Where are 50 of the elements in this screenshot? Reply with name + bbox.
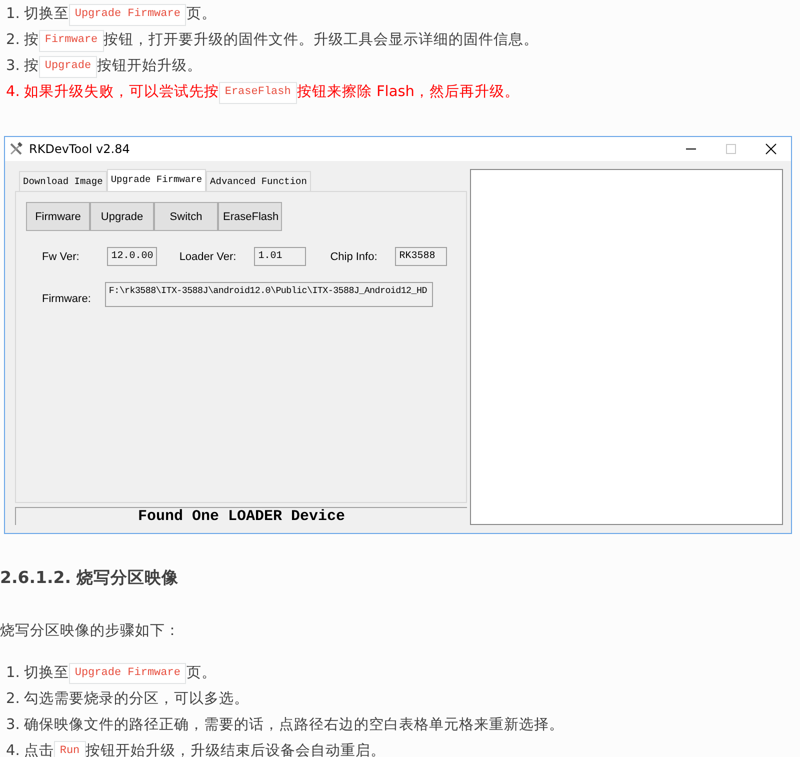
code-snippet: EraseFlash (218, 82, 297, 104)
info-field: RK3588 (395, 247, 448, 266)
info-field: 12.0.00 (107, 247, 158, 266)
step-text: 按钮开始升级。 (97, 57, 202, 76)
step-text: 页。 (186, 664, 216, 683)
list-number: 2. (6, 31, 20, 50)
list-number: 3. (6, 57, 20, 76)
step-text: 按钮，打开要升级的固件文件。升级工具会显示详细的固件信息。 (104, 30, 539, 50)
field-label: Firmware: (42, 292, 91, 308)
list-number: 4. (6, 742, 20, 757)
info-field: 1.01 (254, 247, 306, 266)
toolbar-button[interactable]: EraseFlash (218, 202, 282, 232)
tab[interactable]: Download Image (19, 171, 107, 192)
step-text: 按 (24, 57, 39, 76)
list-number: 1. (6, 5, 20, 24)
step-text: 按 (24, 31, 39, 50)
section-heading: 2.6.1.2. 烧写分区映像 (0, 567, 180, 589)
step-text: 确保映像文件的路径正确，需要的话，点路径右边的空白表格单元格来重新选择。 (24, 716, 564, 735)
code-snippet: Run (54, 740, 86, 757)
step-text: 按钮来擦除 Flash，然后再升级。 (296, 83, 520, 102)
toolbar-button[interactable]: Switch (154, 202, 218, 232)
code-snippet: Upgrade Firmware (68, 4, 186, 26)
toolbar-button[interactable]: Firmware (26, 202, 90, 232)
step-text: 页。 (186, 5, 216, 24)
list-number: 2. (6, 690, 20, 709)
list-number: 3. (6, 716, 20, 735)
step-text: 切换至 (24, 5, 69, 24)
tools-icon (9, 142, 23, 156)
code-snippet: Upgrade Firmware (68, 662, 186, 684)
field-label: Loader Ver: (179, 250, 236, 264)
status-bar: Found One LOADER Device (15, 507, 467, 525)
intro-text: 烧写分区映像的步骤如下： (0, 622, 181, 641)
step-text: 勾选需要烧录的分区，可以多选。 (24, 690, 249, 709)
step-text: 如果升级失败，可以尝试先按 (24, 83, 219, 102)
code-snippet: Upgrade (38, 56, 98, 78)
step-text: 点击 (24, 742, 54, 757)
window-title: RKDevTool v2.84 (29, 141, 130, 158)
firmware-path-field: F:\rk3588\ITX-3588J\android12.0\Public\ITX-3588J_Android12_HD (104, 282, 433, 308)
toolbar-button[interactable]: Upgrade (90, 202, 154, 232)
step-text: 按钮开始升级，升级结束后设备会自动重启。 (86, 742, 386, 757)
list-number: 1. (6, 664, 20, 683)
close-icon (764, 143, 778, 155)
tab[interactable]: Upgrade Firmware (106, 169, 206, 192)
maximize-icon (724, 143, 738, 155)
list-number: 4. (6, 83, 20, 102)
tab[interactable]: Advanced Function (206, 171, 311, 192)
code-snippet: Firmware (38, 30, 104, 52)
step-text: 切换至 (24, 664, 69, 683)
field-label: Fw Ver: (42, 250, 80, 264)
field-label: Chip Info: (330, 250, 378, 264)
